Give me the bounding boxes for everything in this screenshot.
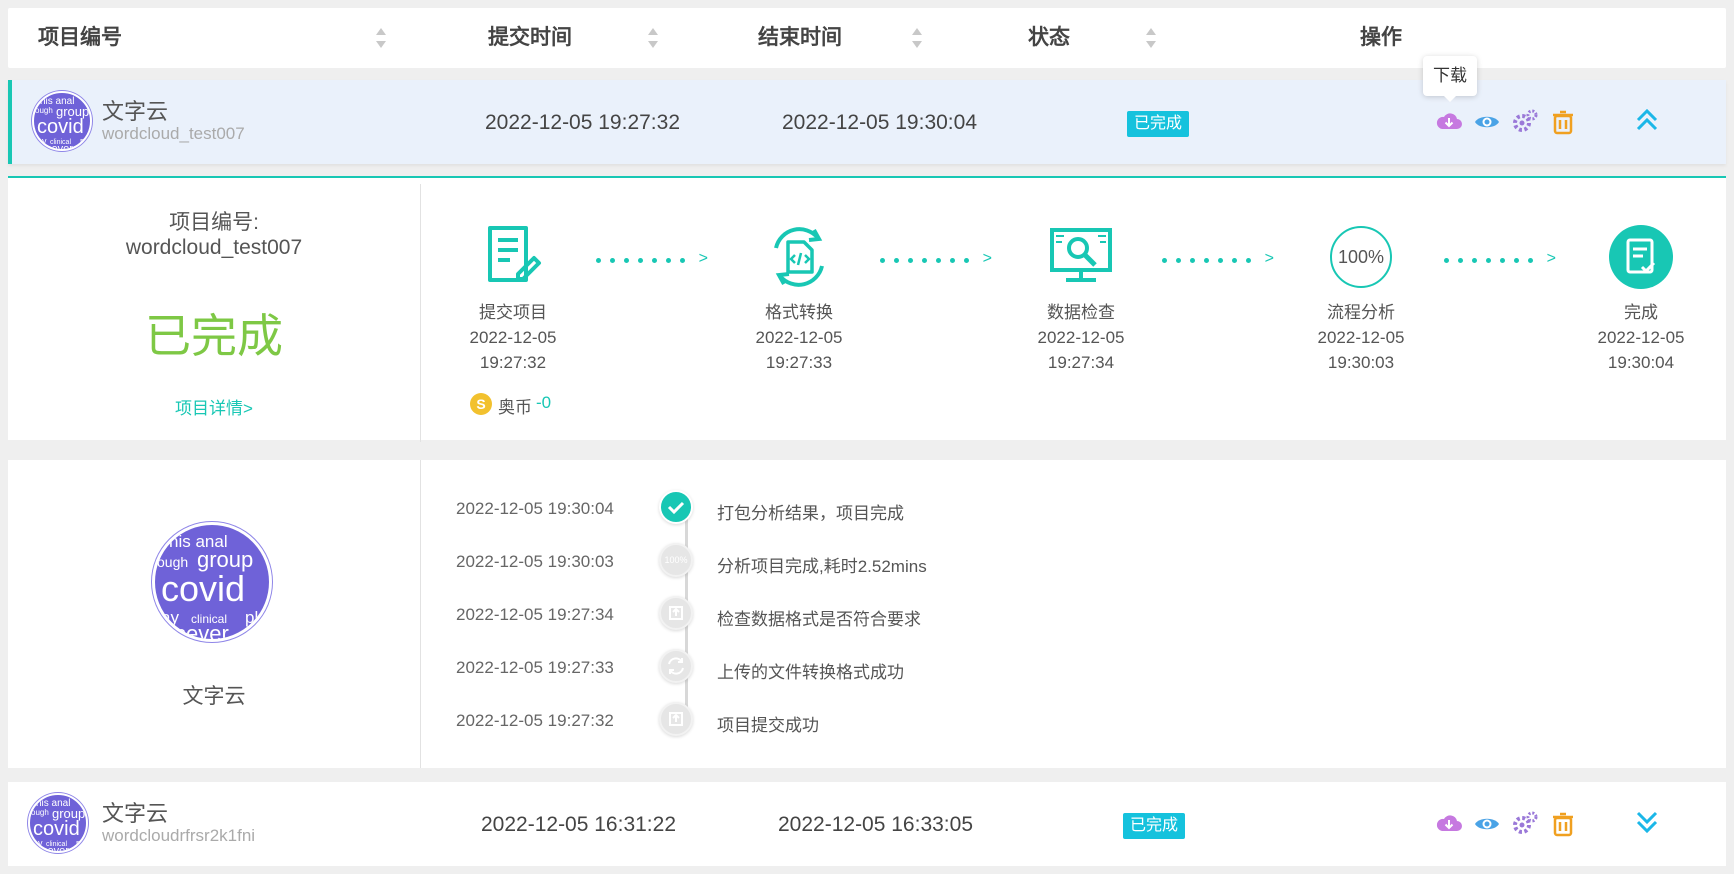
sort-icon[interactable] — [1146, 28, 1156, 48]
download-tooltip: 下载 — [1423, 56, 1477, 102]
table-row[interactable]: his anal ough group covid ay clinical pl… — [8, 782, 1726, 866]
status-badge: 已完成 — [1123, 813, 1186, 839]
col-header-status: 状态 — [1028, 26, 1070, 49]
col-header-submit: 提交时间 — [488, 26, 572, 49]
project-id: wordcloud_test007 — [102, 124, 245, 143]
percent-circle-icon: 100% — [1326, 222, 1396, 292]
log-time: 2022-12-05 19:27:33 — [456, 658, 614, 677]
project-id: wordcloudrfrsr2k1fni — [102, 826, 256, 845]
coin-value: -0 — [536, 393, 552, 412]
detail-id-value: wordcloud_test007 — [125, 236, 303, 259]
avatar-large: his anal ough group covid ay clinical pl… — [152, 522, 272, 642]
status-badge: 已完成 — [1127, 111, 1190, 137]
eye-icon[interactable] — [1473, 810, 1501, 838]
cloud-download-icon[interactable] — [1435, 108, 1463, 136]
log-message: 检查数据格式是否符合要求 — [717, 610, 921, 629]
submit-time: 2022-12-05 16:31:22 — [481, 813, 676, 836]
col-header-ops: 操作 — [1360, 26, 1402, 49]
coin-label: 奥币 — [498, 398, 532, 417]
step-label: 数据检查 2022-12-05 19:27:34 — [1037, 303, 1125, 372]
detail-status: 已完成 — [145, 310, 283, 362]
col-header-id: 项目编号 — [38, 26, 122, 49]
trash-icon[interactable] — [1549, 810, 1577, 838]
log-message: 分析项目完成,耗时2.52mins — [717, 557, 927, 576]
col-header-end: 结束时间 — [758, 26, 842, 49]
log-message: 项目提交成功 — [717, 716, 819, 735]
step-arrow: > — [1444, 250, 1556, 267]
cloud-download-icon[interactable] — [1435, 810, 1463, 838]
project-name: 文字云 — [102, 801, 169, 826]
percent-icon: 100% — [659, 543, 693, 577]
monitor-search-icon — [1046, 222, 1116, 292]
code-convert-icon — [764, 222, 834, 292]
coin-icon: S — [470, 393, 492, 415]
row-actions — [1435, 810, 1577, 838]
expand-chevron-icon[interactable] — [1634, 808, 1660, 836]
gears-icon[interactable] — [1511, 108, 1539, 136]
step-arrow: > — [1162, 250, 1274, 267]
project-details-link[interactable]: 项目详情> — [8, 394, 420, 419]
step-label: 格式转换 2022-12-05 19:27:33 — [755, 303, 843, 372]
gears-icon[interactable] — [1511, 810, 1539, 838]
log-time: 2022-12-05 19:30:03 — [456, 552, 614, 571]
row-actions — [1435, 108, 1577, 136]
done-document-icon — [1606, 222, 1676, 292]
step-arrow: > — [880, 250, 992, 267]
collapse-chevron-icon[interactable] — [1634, 106, 1660, 134]
end-time: 2022-12-05 16:33:05 — [778, 813, 973, 836]
trash-icon[interactable] — [1549, 108, 1577, 136]
log-message: 上传的文件转换格式成功 — [717, 663, 904, 682]
refresh-icon — [659, 649, 693, 683]
avatar: his anal ough group covid ay clinical pl… — [32, 91, 92, 151]
end-time: 2022-12-05 19:30:04 — [782, 111, 977, 134]
project-progress-panel: 项目编号: wordcloud_test007 已完成 项目详情> 提交项目 2… — [8, 176, 1726, 442]
avatar: his anal ough group covid ay clinical pl… — [28, 793, 88, 853]
log-time: 2022-12-05 19:30:04 — [456, 499, 614, 518]
step-label: 提交项目 2022-12-05 19:27:32 — [469, 303, 557, 372]
log-time: 2022-12-05 19:27:32 — [456, 711, 614, 730]
log-message: 打包分析结果，项目完成 — [717, 504, 904, 523]
divider — [420, 184, 421, 442]
sort-icon[interactable] — [912, 28, 922, 48]
step-label: 流程分析 2022-12-05 19:30:03 — [1317, 303, 1405, 372]
log-time: 2022-12-05 19:27:34 — [456, 605, 614, 624]
eye-icon[interactable] — [1473, 108, 1501, 136]
project-name: 文字云 — [102, 99, 169, 124]
step-label: 完成 2022-12-05 19:30:04 — [1597, 303, 1685, 372]
upload-icon — [659, 596, 693, 630]
divider — [420, 460, 421, 768]
detail-id-label: 项目编号: — [169, 211, 259, 234]
app-name: 文字云 — [182, 685, 246, 708]
check-icon — [659, 490, 693, 524]
sort-icon[interactable] — [376, 28, 386, 48]
upload-icon — [659, 702, 693, 736]
project-log-panel: his anal ough group covid ay clinical pl… — [8, 460, 1726, 768]
document-edit-icon — [478, 222, 548, 292]
step-arrow: > — [596, 250, 708, 267]
submit-time: 2022-12-05 19:27:32 — [485, 111, 680, 134]
sort-icon[interactable] — [648, 28, 658, 48]
